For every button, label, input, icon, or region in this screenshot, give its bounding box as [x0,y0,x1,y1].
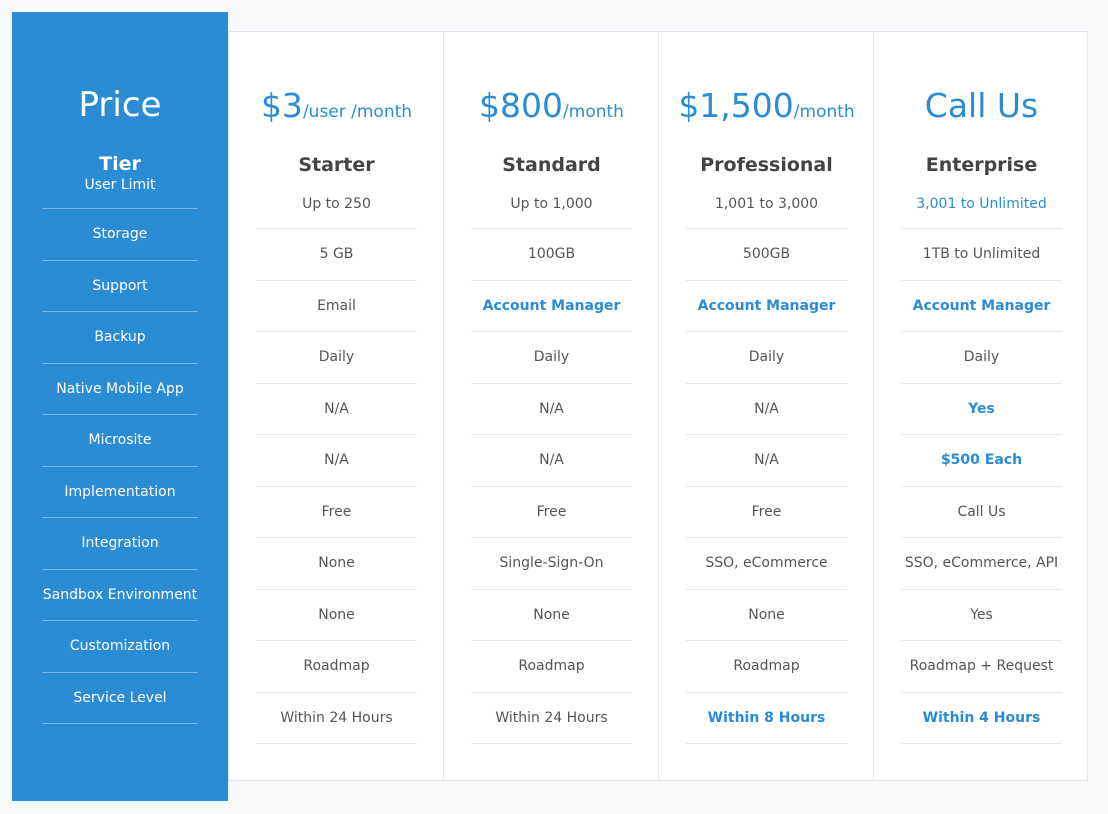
feature-label: Storage [42,209,198,261]
price-amount: Call Us [924,86,1039,125]
feature-value: N/A [471,435,632,487]
plan-tier-name: Professional [700,154,833,176]
price-heading: Price [78,85,162,125]
feature-value: 3,001 to Unlimited [901,178,1062,229]
feature-value: Account Manager [901,281,1062,332]
price-amount: $1,500 [678,86,794,125]
feature-value: $500 Each [901,435,1062,487]
feature-value: None [256,590,417,641]
feature-value: Within 24 Hours [471,693,632,744]
feature-value: N/A [686,384,847,435]
plan-price: $1,500/month [659,86,874,132]
plan-feature-values: 1,001 to 3,000 500GB Account Manager Daily N… [686,178,847,744]
feature-value: SSO, eCommerce, API [901,538,1062,590]
feature-value: Free [256,487,417,538]
plan-price: $3/user /month [229,86,444,132]
feature-label: User Limit [42,177,198,209]
plan-column-starter: $3/user /month Starter Up to 250 5 GB Email D… [229,32,444,780]
tier-heading: Tier [99,153,141,175]
feature-label: Customization [42,621,198,673]
plan-tier-name: Starter [298,154,375,176]
feature-value: N/A [686,435,847,487]
feature-value: None [471,590,632,641]
price-unit: /month [793,102,855,122]
feature-label: Backup [42,312,198,364]
feature-label: Service Level [42,673,198,724]
feature-value: Free [471,487,632,538]
plan-feature-values: Up to 1,000 100GB Account Manager Daily N/A N… [471,178,632,744]
feature-value: None [686,590,847,641]
feature-value: N/A [256,384,417,435]
plan-feature-values: Up to 250 5 GB Email Daily N/A N/A Free None Non… [256,178,417,744]
feature-value: Account Manager [686,281,847,332]
feature-value: Yes [901,590,1062,641]
plan-tier-name: Standard [502,154,601,176]
plan-price: Call Us [874,86,1089,132]
feature-value: Daily [256,332,417,384]
feature-value: Yes [901,384,1062,435]
plan-column-professional: $1,500/month Professional 1,001 to 3,000 50… [658,32,874,780]
price-unit: /month [563,102,624,122]
pricing-table: $3/user /month Starter Up to 250 5 GB Email D… [228,31,1088,781]
feature-value: Within 24 Hours [256,693,417,744]
price-amount: $3 [260,86,303,125]
feature-value: Roadmap + Request [901,641,1062,693]
feature-value: Within 4 Hours [901,693,1062,744]
feature-value: 1TB to Unlimited [901,229,1062,281]
feature-value: Daily [686,332,847,384]
price-unit: /user /month [302,102,413,122]
feature-value: Daily [901,332,1062,384]
plan-column-standard: $800/month Standard Up to 1,000 100GB Accoun… [443,32,659,780]
feature-value: Account Manager [471,281,632,332]
feature-value: Roadmap [256,641,417,693]
feature-value: N/A [471,384,632,435]
feature-value: Call Us [901,487,1062,538]
plan-tier-name: Enterprise [925,154,1038,176]
feature-value: 5 GB [256,229,417,281]
plan-price: $800/month [444,86,659,132]
feature-value: Up to 250 [256,178,417,229]
feature-value: Daily [471,332,632,384]
feature-label: Implementation [42,467,198,518]
feature-value: SSO, eCommerce [686,538,847,590]
feature-label: Native Mobile App [42,364,198,415]
price-amount: $800 [479,86,564,125]
feature-label: Integration [42,518,198,570]
feature-value: None [256,538,417,590]
feature-value: N/A [256,435,417,487]
feature-value: Roadmap [471,641,632,693]
feature-value: Roadmap [686,641,847,693]
feature-value: Single-Sign-On [471,538,632,590]
feature-sidebar: Price Tier User Limit Storage Support Backu… [12,12,228,801]
feature-value: Within 8 Hours [686,693,847,744]
plan-feature-values: 3,001 to Unlimited 1TB to Unlimited Accoun… [901,178,1062,744]
plan-column-enterprise: Call Us Enterprise 3,001 to Unlimited 1TB t… [873,32,1089,780]
feature-value: 100GB [471,229,632,281]
feature-value: Email [256,281,417,332]
feature-label: Microsite [42,415,198,467]
feature-value: Free [686,487,847,538]
feature-value: 1,001 to 3,000 [686,178,847,229]
feature-label: Support [42,261,198,312]
feature-value: Up to 1,000 [471,178,632,229]
feature-label: Sandbox Environment [42,570,198,621]
feature-value: 500GB [686,229,847,281]
feature-list: User Limit Storage Support Backup Native Mob… [42,177,198,724]
